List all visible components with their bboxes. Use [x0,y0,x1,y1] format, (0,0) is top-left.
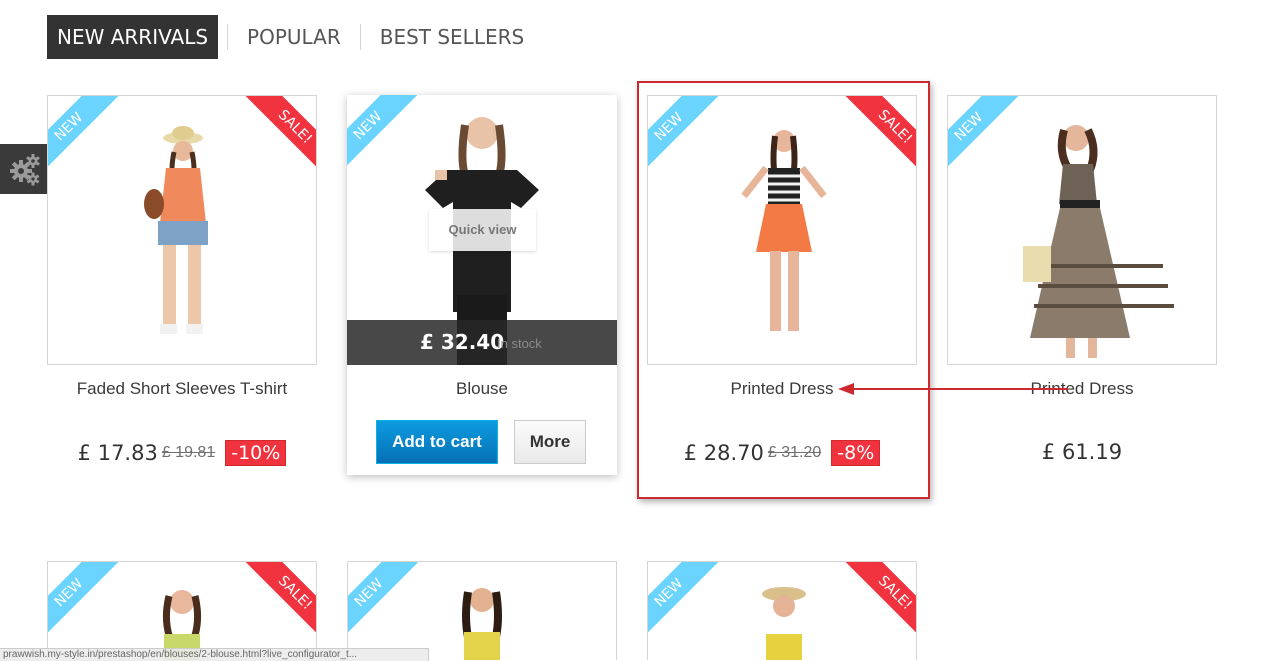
price-overlay: £ 32.40 In stock [347,320,617,365]
new-ribbon: New [48,96,129,177]
product-image[interactable]: Quick view £ 32.40 In stock New [347,95,617,365]
add-to-cart-button[interactable]: Add to cart [376,420,498,464]
arrow-left-icon [838,383,1068,395]
product-image[interactable]: New [947,95,1217,365]
sale-ribbon: Sale! [235,562,316,643]
sale-ribbon: Sale! [835,562,916,643]
price-line: £ 61.19 [947,440,1217,464]
product-image[interactable]: New [347,561,617,660]
product-price: £ 61.19 [1041,440,1123,464]
product-name[interactable]: Blouse [347,379,617,399]
product-card[interactable]: Quick view £ 32.40 In stock New Blouse A… [347,95,617,475]
tab-best-sellers[interactable]: Best Sellers [370,15,534,59]
old-price: £ 19.81 [161,444,216,461]
product-image[interactable]: New Sale! [47,95,317,365]
product-tabs: New Arrivals Popular Best Sellers [47,15,534,59]
product-image[interactable]: New Sale! [47,561,317,660]
tab-new-arrivals[interactable]: New Arrivals [47,15,219,59]
price-line: £ 17.83 £ 19.81 -10% [47,440,317,466]
tab-popular[interactable]: Popular [237,15,351,59]
product-card[interactable]: New Sale! Faded Short Sleeves T-shirt £ … [47,95,317,475]
stock-status: In stock [497,336,542,351]
new-ribbon: New [948,96,1029,177]
new-ribbon: New [648,562,729,643]
new-ribbon: New [48,562,129,643]
new-ribbon: New [348,562,429,643]
overlay-price: £ 32.40 [420,330,505,354]
quick-view-button[interactable]: Quick view [429,209,536,251]
new-ribbon: New [347,95,428,176]
product-price: £ 17.83 [77,441,158,465]
sale-ribbon: Sale! [235,96,316,177]
product-name[interactable]: Faded Short Sleeves T-shirt [47,379,317,399]
product-card[interactable]: New Printed Dress £ 61.19 [947,95,1217,475]
product-card[interactable]: New [347,561,617,660]
tab-divider [359,24,361,50]
gears-icon [10,154,40,186]
product-image[interactable]: New Sale! [647,561,917,660]
status-bar-url: prawwish.my-style.in/prestashop/en/blous… [0,648,429,661]
highlight-box [637,81,930,499]
tab-divider [227,24,229,50]
configurator-toggle[interactable] [0,144,50,194]
product-card[interactable]: New Sale! [47,561,317,660]
product-card[interactable]: New Sale! [647,561,917,660]
discount-badge: -10% [225,440,287,466]
more-button[interactable]: More [514,420,586,464]
